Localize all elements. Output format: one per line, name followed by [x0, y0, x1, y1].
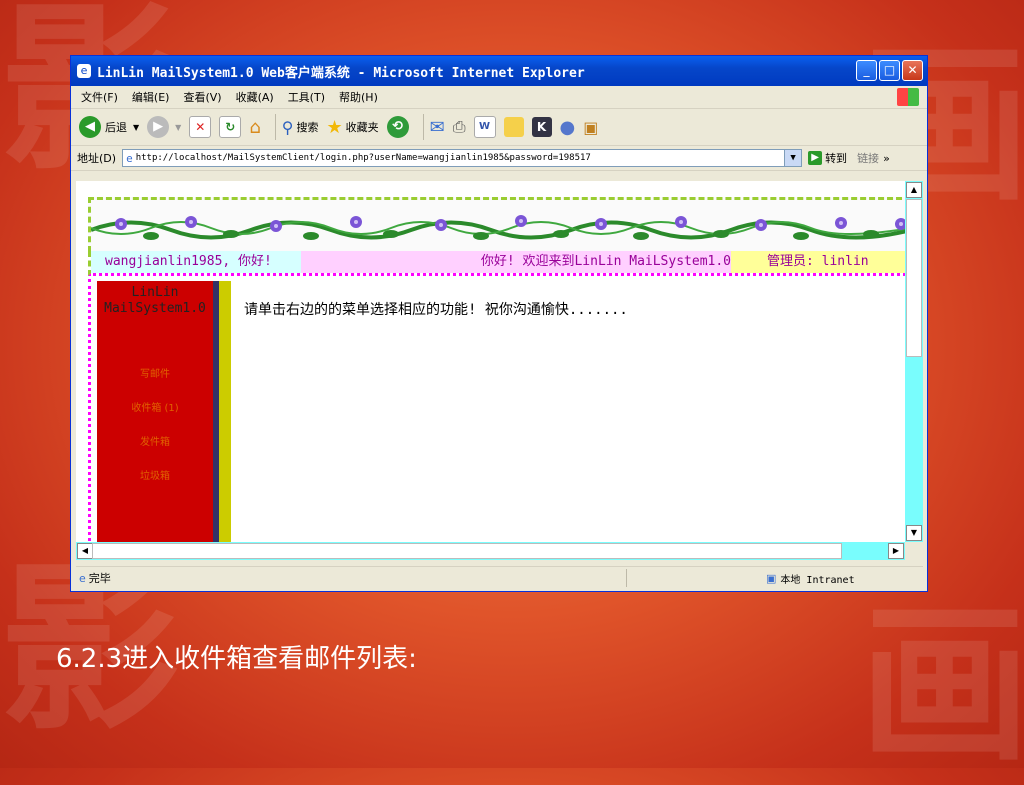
- address-input[interactable]: e http://localhost/MailSystemClient/logi…: [122, 149, 803, 167]
- left-menu-panel: LinLin MailSystem1.0 写邮件 收件箱 (1) 发件箱 垃圾箱: [97, 281, 213, 542]
- system-name-line2: MailSystem1.0: [104, 301, 206, 316]
- back-button[interactable]: ◀ 后退 ▼: [79, 116, 139, 138]
- back-label: 后退: [105, 121, 127, 134]
- slide-caption: 6.2.3进入收件箱查看邮件列表:: [56, 644, 417, 674]
- intranet-icon: ▣: [766, 571, 777, 585]
- zone-text: 本地 Intranet: [780, 574, 855, 586]
- greeting-bar: wangjianlin1985, 你好! 你好! 欢迎来到LinLin MaiL…: [88, 251, 905, 276]
- chevron-down-icon: ▼: [133, 122, 140, 132]
- address-label: 地址(D): [77, 152, 117, 165]
- welcome-marquee: 你好! 欢迎来到LinLin MaiLSystem1.0: [301, 251, 731, 273]
- refresh-button[interactable]: ↻: [219, 116, 242, 138]
- zone-indicator: ▣ 本地 Intranet: [766, 571, 855, 586]
- menu-help[interactable]: 帮助(H): [339, 89, 378, 105]
- search-icon: ⚲: [281, 117, 294, 137]
- page-icon: e: [126, 151, 133, 165]
- menu-write-mail[interactable]: 写邮件: [97, 365, 213, 380]
- status-pane: [626, 569, 757, 587]
- menu-inbox[interactable]: 收件箱 (1): [97, 399, 213, 414]
- links-label[interactable]: 链接: [857, 150, 879, 166]
- page-done-icon: e: [79, 571, 86, 585]
- toolbar: ◀ 后退 ▼ ▶ ▼ ✕ ↻ ⌂ ⚲ 搜索 ★ 收藏夹 ⟲ ✉ ⎙ W K ● …: [71, 109, 927, 146]
- menu-view[interactable]: 查看(V): [183, 89, 221, 105]
- page-content: wangjianlin1985, 你好! 你好! 欢迎来到LinLin MaiL…: [76, 181, 905, 542]
- messenger-button[interactable]: K: [531, 117, 552, 137]
- home-button[interactable]: ⌂: [249, 117, 260, 138]
- forward-arrow-icon: ▶: [147, 116, 170, 138]
- flower-banner: [88, 197, 905, 252]
- favorites-label: 收藏夹: [345, 121, 379, 134]
- mail-button[interactable]: ✉: [430, 117, 445, 138]
- scroll-right-icon[interactable]: ▶: [888, 543, 904, 559]
- instruction-text: 请单击右边的的菜单选择相应的功能! 祝你沟通愉快.......: [244, 302, 628, 318]
- menu-bar: 文件(F) 编辑(E) 查看(V) 收藏(A) 工具(T) 帮助(H): [71, 86, 927, 109]
- go-arrow-icon[interactable]: ▶: [808, 151, 823, 165]
- system-name: LinLin MailSystem1.0: [97, 285, 213, 317]
- status-bar: e 完毕 ▣ 本地 Intranet: [76, 566, 923, 589]
- status-text: 完毕: [88, 572, 111, 585]
- browser-window: e LinLin MailSystem1.0 Web客户端系统 - Micros…: [70, 55, 928, 592]
- scroll-left-icon[interactable]: ◀: [77, 543, 93, 559]
- flower-vine-image: [90, 215, 905, 240]
- toolbar-separator: [422, 114, 424, 140]
- back-arrow-icon: ◀: [79, 116, 101, 138]
- history-button[interactable]: ⟲: [386, 116, 409, 138]
- menu-divider: [219, 281, 231, 542]
- menu-tools[interactable]: 工具(T): [288, 89, 325, 105]
- maximize-button[interactable]: □: [879, 60, 900, 81]
- star-icon: ★: [326, 116, 343, 138]
- scroll-up-icon[interactable]: ▲: [906, 182, 922, 198]
- ie-icon: e: [77, 64, 91, 78]
- stop-button[interactable]: ✕: [189, 116, 212, 138]
- address-bar: 地址(D) e http://localhost/MailSystemClien…: [71, 146, 927, 171]
- admin-label: 管理员: linlin: [731, 251, 905, 273]
- scroll-thumb[interactable]: [906, 199, 922, 357]
- chevron-down-icon: ▼: [175, 122, 182, 132]
- scroll-thumb[interactable]: [92, 543, 842, 559]
- minimize-button[interactable]: _: [856, 60, 877, 81]
- menu-file[interactable]: 文件(F): [81, 89, 118, 105]
- menu-trash[interactable]: 垃圾箱: [97, 467, 213, 482]
- toolbar-separator: [274, 114, 276, 140]
- favorites-button[interactable]: ★ 收藏夹: [326, 117, 378, 138]
- menu-favorites[interactable]: 收藏(A): [236, 89, 274, 105]
- search-label: 搜索: [296, 121, 319, 134]
- vertical-scrollbar[interactable]: ▲ ▼: [905, 181, 923, 542]
- forward-button[interactable]: ▶ ▼: [147, 116, 181, 138]
- chevron-right-icon[interactable]: »: [883, 152, 890, 165]
- research-icon[interactable]: ▣: [583, 118, 598, 137]
- system-name-line1: LinLin: [131, 285, 179, 300]
- search-button[interactable]: ⚲ 搜索: [282, 118, 319, 137]
- chevron-down-icon[interactable]: ▼: [784, 150, 802, 166]
- windows-logo-icon: [897, 88, 919, 106]
- menu-edit[interactable]: 编辑(E): [132, 89, 170, 105]
- address-url: http://localhost/MailSystemClient/login.…: [135, 153, 591, 163]
- go-button[interactable]: 转到: [825, 150, 847, 166]
- left-menu: LinLin MailSystem1.0 写邮件 收件箱 (1) 发件箱 垃圾箱: [88, 279, 231, 542]
- edit-word-button[interactable]: W: [473, 116, 496, 138]
- apple-icon[interactable]: ●: [560, 117, 576, 138]
- window-title: LinLin MailSystem1.0 Web客户端系统 - Microsof…: [97, 65, 585, 81]
- title-bar[interactable]: e LinLin MailSystem1.0 Web客户端系统 - Micros…: [71, 56, 927, 86]
- folder-icon[interactable]: [503, 117, 524, 137]
- print-button[interactable]: ⎙: [453, 117, 466, 137]
- scroll-down-icon[interactable]: ▼: [906, 525, 922, 541]
- horizontal-scrollbar[interactable]: ◀ ▶: [76, 542, 905, 560]
- greeting-user: wangjianlin1985, 你好!: [91, 251, 301, 273]
- menu-outbox[interactable]: 发件箱: [97, 433, 213, 448]
- close-button[interactable]: ✕: [902, 60, 923, 81]
